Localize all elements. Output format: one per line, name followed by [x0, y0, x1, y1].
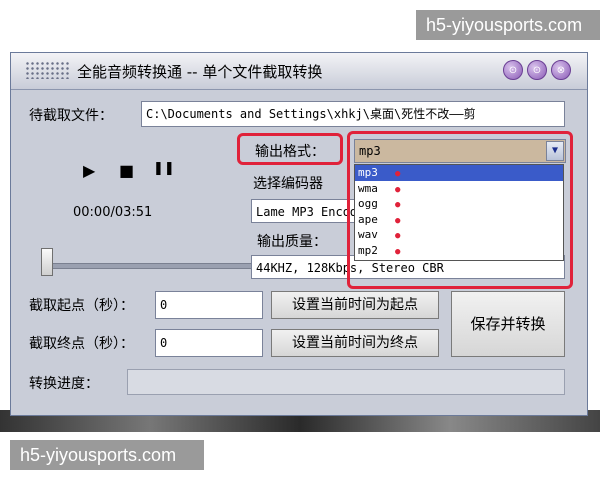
- stop-icon[interactable]: ■: [119, 161, 134, 180]
- progress-label: 转换进度：: [29, 376, 99, 392]
- grip-icon: [25, 61, 69, 79]
- save-convert-button[interactable]: 保存并转换: [451, 291, 565, 357]
- end-label: 截取终点（秒）：: [29, 336, 134, 352]
- minimize-icon[interactable]: ⊙: [503, 60, 523, 80]
- encoder-label: 选择编码器: [253, 176, 323, 192]
- close-icon[interactable]: ⊗: [551, 60, 571, 80]
- playback-time: 00:00/03:51: [73, 205, 153, 220]
- watermark-bottom: h5-yiyousports.com: [10, 440, 204, 470]
- pause-icon[interactable]: ❚❚: [153, 161, 175, 176]
- quality-label: 输出质量：: [257, 234, 327, 250]
- seek-track[interactable]: [41, 263, 253, 269]
- highlight-format-dropdown: [347, 131, 573, 289]
- encoder-field[interactable]: Lame MP3 Encoder: [251, 199, 355, 223]
- start-label: 截取起点（秒）：: [29, 298, 134, 314]
- set-start-button[interactable]: 设置当前时间为起点: [271, 291, 439, 319]
- play-icon[interactable]: ▶: [83, 161, 95, 180]
- end-input[interactable]: 0: [155, 329, 263, 357]
- title-bar[interactable]: 全能音频转换通 -- 单个文件截取转换 ⊙ ⊙ ⊗: [11, 53, 587, 90]
- maximize-icon[interactable]: ⊙: [527, 60, 547, 80]
- progress-bar: [127, 369, 565, 395]
- set-end-button[interactable]: 设置当前时间为终点: [271, 329, 439, 357]
- seek-thumb[interactable]: [41, 248, 53, 276]
- file-path-field[interactable]: C:\Documents and Settings\xhkj\桌面\死性不改——…: [141, 101, 565, 127]
- file-label: 待截取文件：: [29, 108, 113, 124]
- window-title: 全能音频转换通 -- 单个文件截取转换: [77, 63, 323, 81]
- app-window: 全能音频转换通 -- 单个文件截取转换 ⊙ ⊙ ⊗ 待截取文件： C:\Docu…: [10, 52, 588, 416]
- start-input[interactable]: 0: [155, 291, 263, 319]
- watermark-top: h5-yiyousports.com: [416, 10, 600, 40]
- highlight-format-label: [237, 133, 343, 165]
